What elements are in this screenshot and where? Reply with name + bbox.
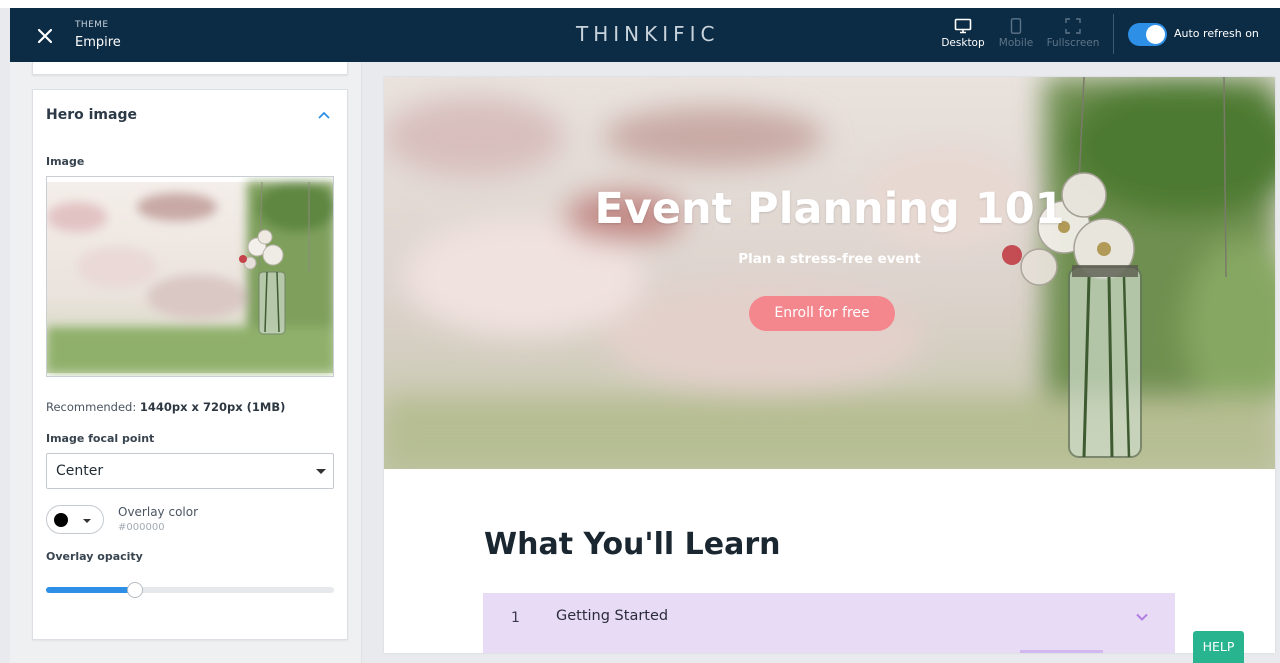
mobile-view-button[interactable]: Mobile [986, 18, 1046, 58]
focal-point-select[interactable]: Center [46, 453, 334, 489]
focal-point-label: Image focal point [46, 432, 155, 445]
theme-name: Empire [75, 35, 121, 50]
chevron-down-icon [1136, 613, 1148, 621]
window-top-strip [0, 0, 1280, 8]
caret-down-icon [316, 469, 326, 474]
close-icon [37, 28, 53, 44]
image-label: Image [46, 155, 85, 168]
recommended-prefix: Recommended: [46, 400, 137, 414]
theme-label: THEME [75, 20, 109, 30]
chapter-bottom-edge [1020, 650, 1103, 653]
fullscreen-view-label: Fullscreen [1046, 37, 1100, 49]
close-button[interactable] [32, 23, 58, 49]
slider-fill [46, 587, 136, 593]
hero-subtitle: Plan a stress-free event [738, 251, 921, 267]
chapter-accordion-item[interactable]: 1 Getting Started [483, 593, 1175, 653]
toggle-knob [1146, 25, 1165, 44]
desktop-view-label: Desktop [941, 37, 985, 49]
hero-image-panel: Hero image Image Recommended: 1440px x 7… [32, 89, 348, 640]
overlay-color-picker[interactable] [46, 505, 104, 534]
slider-thumb[interactable] [127, 582, 144, 598]
thinkific-logo: THINKIFIC [576, 22, 720, 46]
fullscreen-icon [1065, 18, 1081, 34]
recommended-size-text: Recommended: 1440px x 720px (1MB) [46, 400, 285, 414]
hero-thumbnail-image [47, 181, 333, 373]
desktop-view-button[interactable]: Desktop [933, 18, 993, 58]
editor-header: THEME Empire THINKIFIC Desktop Mobile Fu… [10, 8, 1280, 62]
hero-title: Event Planning 101 [594, 184, 1065, 234]
site-preview: Event Planning 101 Plan a stress-free ev… [384, 77, 1275, 653]
previous-panel [32, 62, 348, 75]
header-divider [1113, 14, 1114, 54]
chevron-up-icon[interactable] [317, 110, 331, 120]
auto-refresh-toggle[interactable] [1128, 23, 1167, 46]
overlay-opacity-slider[interactable] [46, 582, 334, 598]
enroll-button[interactable]: Enroll for free [749, 296, 895, 331]
color-swatch [54, 513, 68, 527]
chapter-title: Getting Started [556, 608, 669, 624]
focal-point-value: Center [56, 463, 104, 479]
overlay-color-label: Overlay color [118, 505, 199, 519]
overlay-opacity-label: Overlay opacity [46, 550, 143, 563]
hero-image-thumbnail[interactable] [46, 176, 334, 377]
fullscreen-view-button[interactable]: Fullscreen [1043, 18, 1103, 58]
panel-title: Hero image [46, 107, 137, 123]
section-title: What You'll Learn [484, 527, 781, 562]
desktop-icon [954, 18, 972, 34]
mobile-view-label: Mobile [998, 37, 1034, 49]
mobile-icon [1010, 18, 1022, 34]
chapter-number: 1 [511, 610, 520, 626]
recommended-value: 1440px x 720px (1MB) [139, 400, 286, 414]
help-button[interactable]: HELP [1193, 631, 1244, 663]
hero-background-image [384, 77, 1275, 469]
settings-sidebar: Hero image Image Recommended: 1440px x 7… [10, 62, 362, 663]
overlay-color-hex: #000000 [118, 522, 165, 533]
auto-refresh-label: Auto refresh on [1174, 27, 1259, 40]
hero-banner: Event Planning 101 Plan a stress-free ev… [384, 77, 1275, 469]
caret-down-icon [83, 519, 91, 523]
